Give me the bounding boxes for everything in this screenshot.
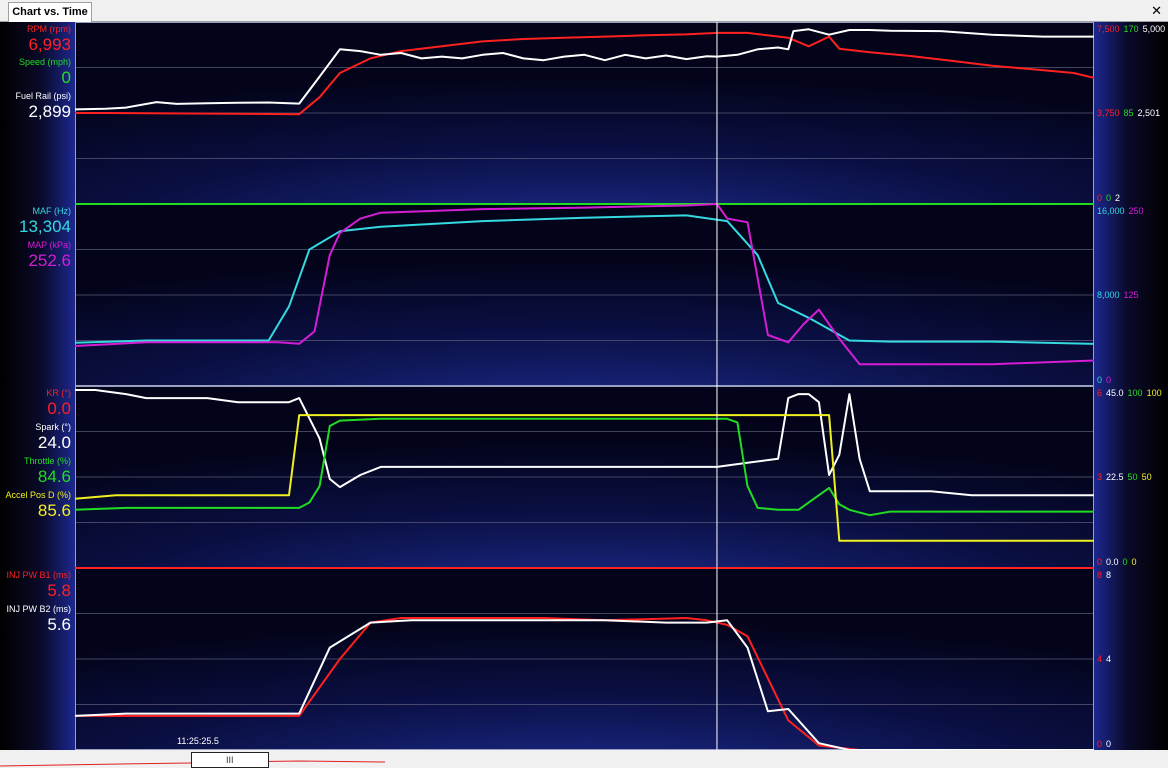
scale-value: 0 [1106, 739, 1112, 749]
scale-value: 6 [1097, 388, 1103, 398]
panel-2-channel-1[interactable]: MAF (Hz) 13,304 [0, 206, 71, 237]
chart-area[interactable]: RPM (rpm) 6,993 Speed (mph) 0 Fuel Rail (psi… [0, 22, 1168, 750]
scale-value: 85 [1123, 108, 1134, 118]
scale-value: 250 [1128, 206, 1144, 216]
scale-value: 45.0 [1106, 388, 1124, 398]
panel-1-channel-3[interactable]: Fuel Rail (psi) 2,899 [0, 91, 71, 122]
panel-1-scale-bot: 002 [1097, 193, 1124, 203]
timeline-scrollbar[interactable]: 11:25:25.5 III [0, 736, 1168, 768]
panel-3-channel-2[interactable]: Spark (°) 24.0 [0, 422, 71, 453]
overview-trace [0, 753, 386, 767]
scale-value: 0.0 [1106, 557, 1119, 567]
panel-1-channel-1[interactable]: RPM (rpm) 6,993 [0, 24, 71, 55]
panel-3-channel-1[interactable]: KR (°) 0.0 [0, 388, 71, 419]
scale-value: 0 [1097, 739, 1103, 749]
scale-value: 4 [1106, 654, 1112, 664]
scale-value: 2,501 [1137, 108, 1161, 118]
scale-value: 8 [1106, 570, 1112, 580]
panel-4-scale-top: 88 [1097, 570, 1115, 580]
channel-value: 252.6 [28, 251, 71, 270]
panel-2-scale-top: 16,000 250 [1097, 206, 1148, 216]
channel-value: 0 [61, 68, 71, 87]
panel-2-channel-2[interactable]: MAP (kPa) 252.6 [0, 240, 71, 271]
channel-name: Accel Pos D (%) [5, 490, 71, 500]
channel-name: Throttle (%) [23, 456, 71, 466]
tab-bar: Chart vs. Time ✕ [0, 0, 1168, 22]
channel-value: 6,993 [28, 35, 71, 54]
channel-value: 84.6 [37, 467, 71, 486]
channel-value: 85.6 [37, 501, 71, 520]
panel-4-scale-mid: 44 [1097, 654, 1115, 664]
panel-1-channel-2[interactable]: Speed (mph) 0 [0, 57, 71, 88]
channel-value: 5.6 [47, 615, 71, 634]
scale-value: 4 [1097, 654, 1103, 664]
panel-3-scale-top: 6 45.0 100 100 [1097, 388, 1166, 398]
channel-name: RPM (rpm) [27, 24, 71, 34]
scale-value: 2 [1115, 193, 1121, 203]
scale-value: 8 [1097, 570, 1103, 580]
scale-value: 125 [1123, 290, 1139, 300]
scale-value: 50 [1141, 472, 1152, 482]
scale-value: 100 [1146, 388, 1162, 398]
channel-value: 2,899 [28, 102, 71, 121]
scale-value: 0 [1106, 375, 1112, 385]
scale-value: 0 [1122, 557, 1128, 567]
channel-name: Spark (°) [35, 422, 71, 432]
channel-name: KR (°) [46, 388, 71, 398]
panel-2-scale-mid: 8,000 125 [1097, 290, 1143, 300]
panel-3-channel-3[interactable]: Throttle (%) 84.6 [0, 456, 71, 487]
scale-value: 0 [1097, 557, 1103, 567]
panel-1-scale-mid: 3,750 85 2,501 [1097, 108, 1164, 118]
panel-1-scale-top: 7,500 170 5,000 [1097, 24, 1168, 34]
scale-value: 170 [1123, 24, 1139, 34]
scale-value: 16,000 [1097, 206, 1125, 216]
channel-name: MAP (kPa) [27, 240, 71, 250]
panel-3-scale-bot: 0 0.0 0 0 [1097, 557, 1141, 567]
panel-3-channel-4[interactable]: Accel Pos D (%) 85.6 [0, 490, 71, 521]
scale-value: 5,000 [1142, 24, 1166, 34]
scale-value: 0 [1097, 375, 1103, 385]
channel-value: 5.8 [47, 581, 71, 600]
scale-value: 22.5 [1106, 472, 1124, 482]
tab-chart-vs-time[interactable]: Chart vs. Time [8, 2, 92, 22]
close-icon[interactable]: ✕ [1151, 3, 1162, 19]
channel-name: Fuel Rail (psi) [15, 91, 71, 101]
panel-2-scale-bot: 00 [1097, 375, 1115, 385]
channel-name: INJ PW B2 (ms) [6, 604, 72, 614]
scale-value: 3 [1097, 472, 1103, 482]
scale-value: 0 [1106, 193, 1112, 203]
panel-3-scale-mid: 3 22.5 50 50 [1097, 472, 1156, 482]
channel-name: Speed (mph) [18, 57, 71, 67]
channel-value: 0.0 [47, 399, 71, 418]
scale-value: 3,750 [1097, 108, 1120, 118]
scale-value: 7,500 [1097, 24, 1120, 34]
channel-value: 13,304 [19, 217, 71, 236]
channel-name: INJ PW B1 (ms) [6, 570, 72, 580]
channel-value: 24.0 [37, 433, 71, 452]
scale-value: 0 [1131, 557, 1137, 567]
scale-value: 50 [1127, 472, 1138, 482]
chart-svg [0, 22, 1168, 750]
scale-value: 100 [1127, 388, 1143, 398]
panel-4-scale-bot: 00 [1097, 739, 1115, 749]
scroll-grip-icon: III [226, 755, 234, 765]
panel-4-channel-2[interactable]: INJ PW B2 (ms) 5.6 [0, 604, 72, 635]
cursor-time-label: 11:25:25.5 [177, 736, 219, 746]
scale-value: 8,000 [1097, 290, 1120, 300]
panel-4-channel-1[interactable]: INJ PW B1 (ms) 5.8 [0, 570, 72, 601]
channel-name: MAF (Hz) [32, 206, 72, 216]
scale-value: 0 [1097, 193, 1103, 203]
scroll-thumb[interactable]: III [191, 752, 269, 768]
